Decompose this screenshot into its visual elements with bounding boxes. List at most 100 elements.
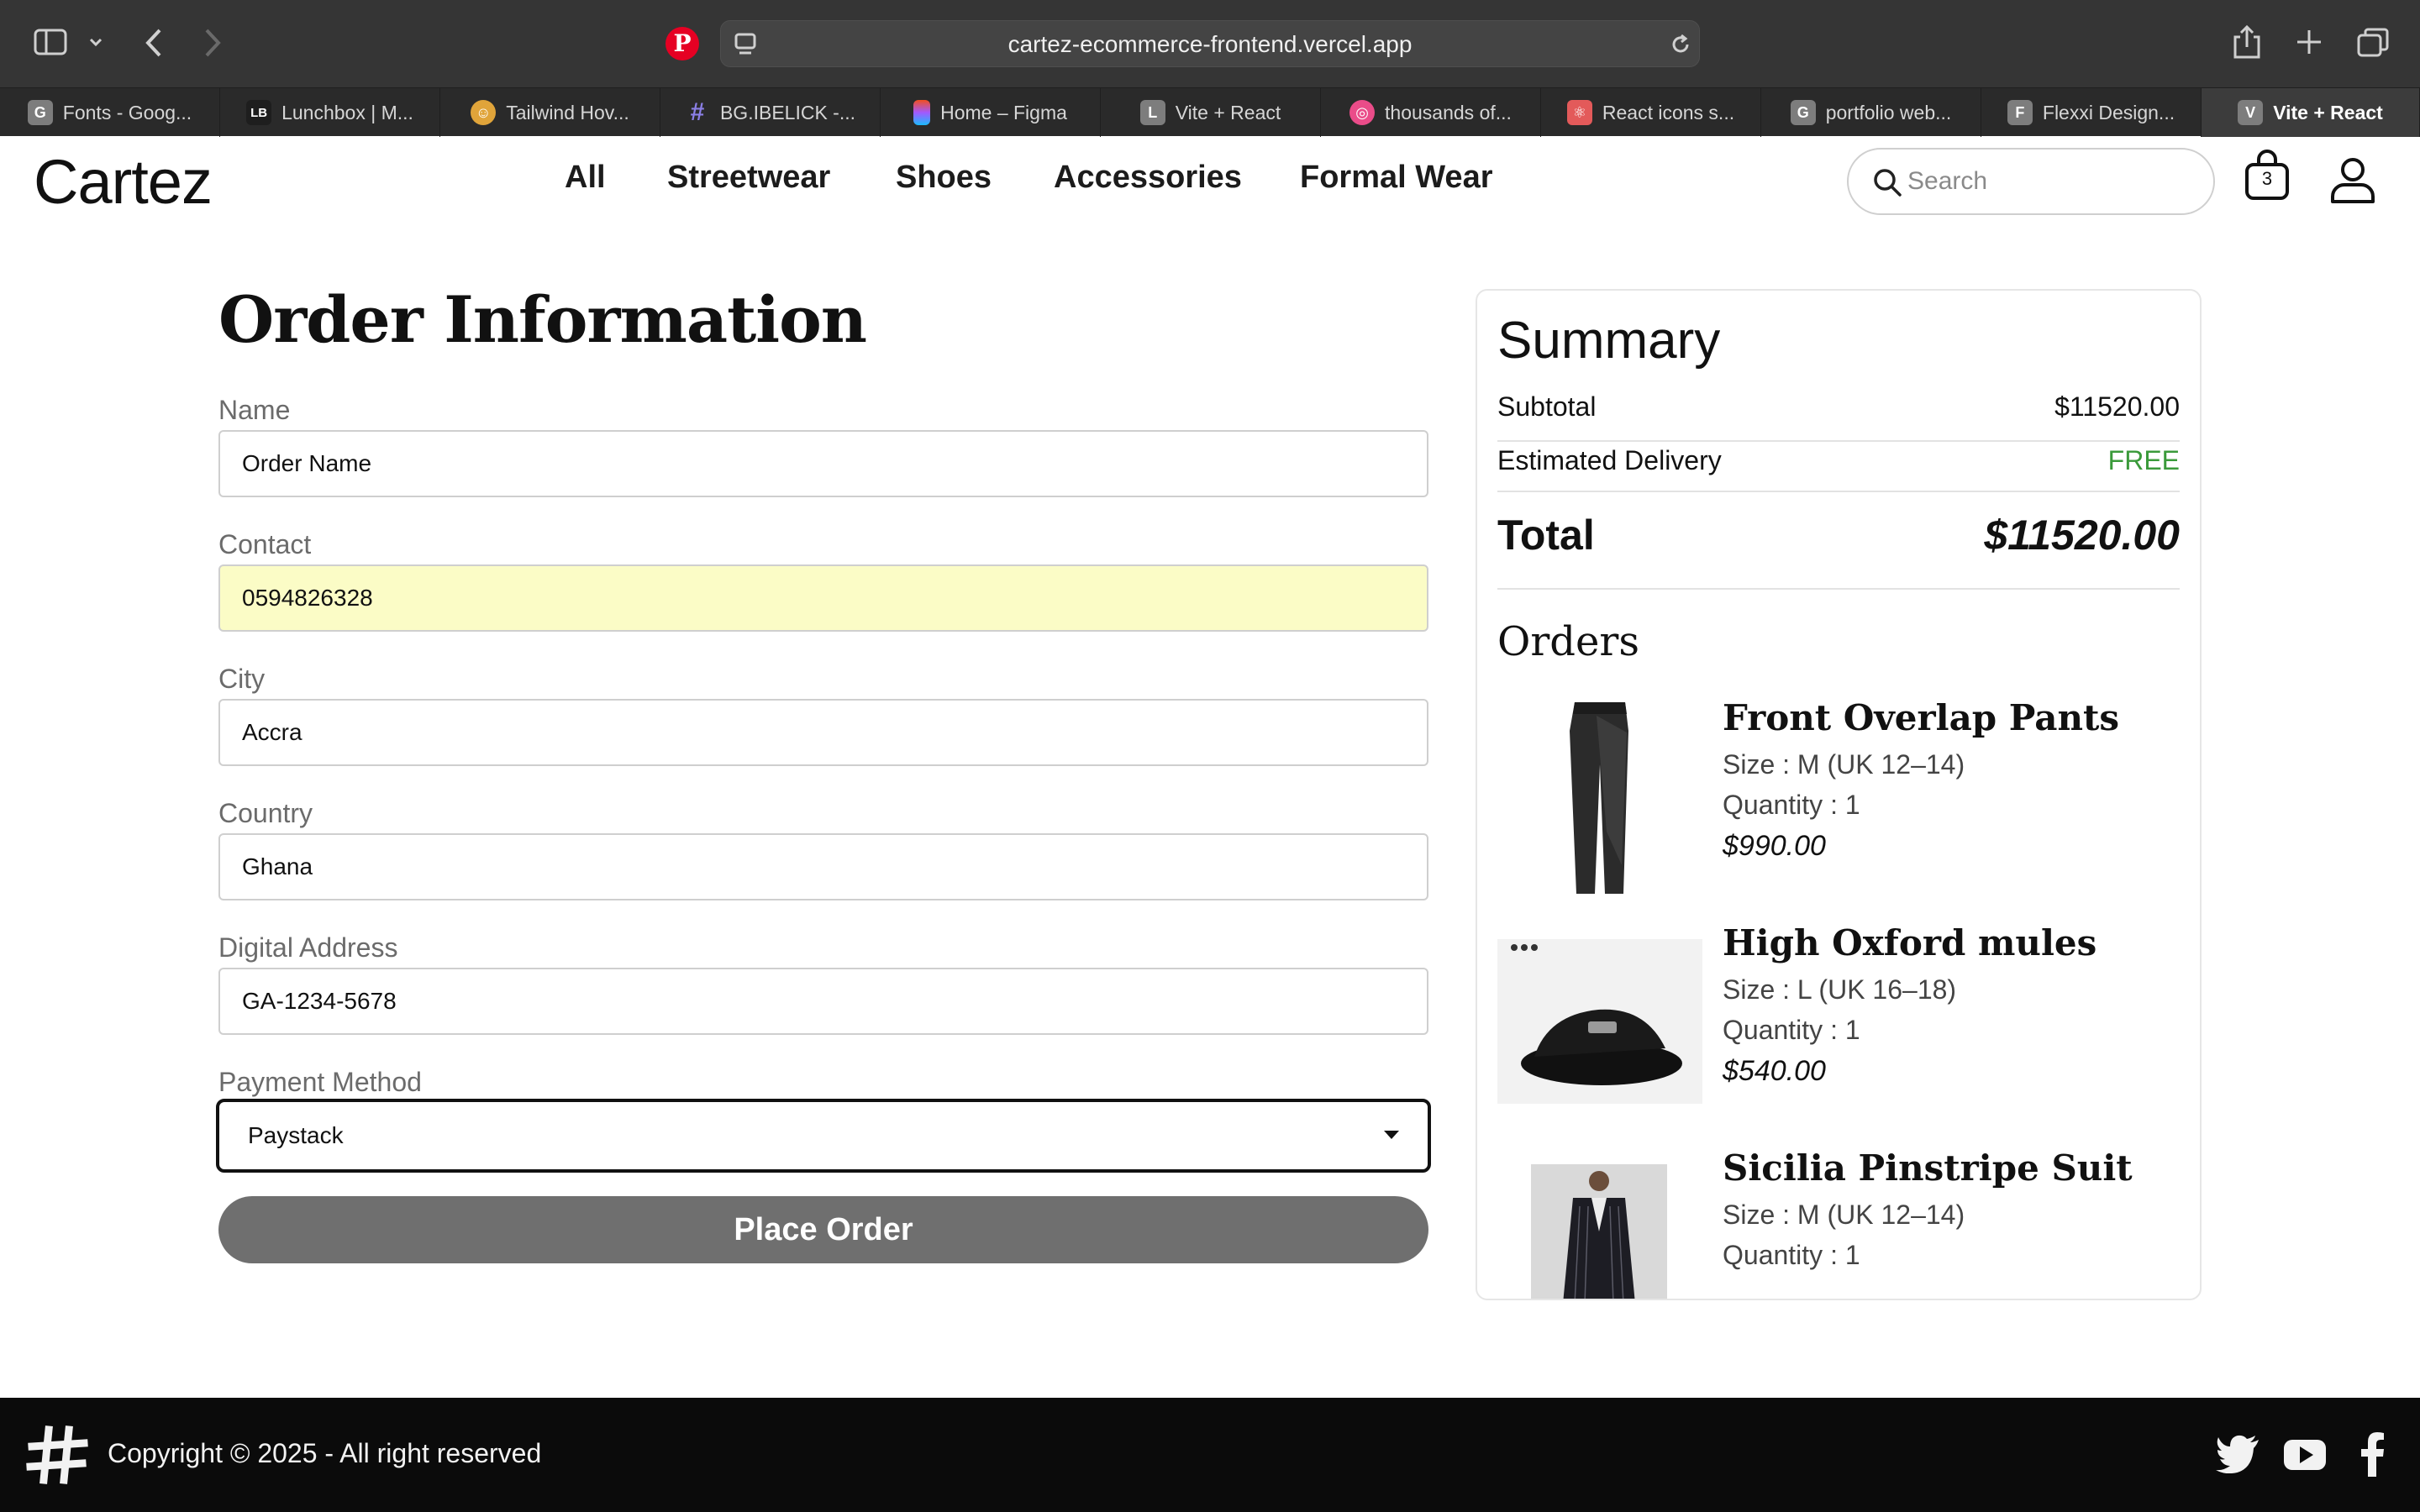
country-label: Country	[218, 798, 313, 828]
tab-vite-react-1[interactable]: L Vite + React	[1101, 88, 1321, 137]
payment-method-value: Paystack	[248, 1122, 344, 1148]
contact-field[interactable]	[218, 564, 1428, 632]
tab-react-icons[interactable]: ⚛ React icons s...	[1541, 88, 1761, 137]
name-label: Name	[218, 395, 291, 425]
divider	[1497, 588, 2180, 590]
site-footer: Copyright © 2025 - All right reserved	[0, 1398, 2420, 1512]
facebook-icon[interactable]	[2360, 1431, 2385, 1481]
address-bar[interactable]: cartez-ecommerce-frontend.vercel.app	[720, 20, 1700, 67]
item-size: Size : M (UK 12–14)	[1723, 749, 1965, 780]
item-quantity: Quantity : 1	[1723, 1015, 1860, 1045]
product-image-suit	[1497, 1147, 1702, 1299]
v-favicon-icon: V	[2238, 100, 2264, 125]
site-logo[interactable]: Cartez	[34, 146, 213, 218]
figma-favicon-icon	[913, 100, 931, 125]
tab-label: Flexxi Design...	[2042, 101, 2175, 123]
tab-figma[interactable]: Home – Figma	[881, 88, 1101, 137]
order-item[interactable]: Front Overlap Pants Size : M (UK 12–14) …	[1497, 697, 2183, 899]
summary-title: Summary	[1497, 312, 1721, 370]
tab-bar: G Fonts - Goog... LB Lunchbox | M... ☺ T…	[0, 87, 2420, 137]
payment-method-label: Payment Method	[218, 1067, 422, 1097]
total-value: $11520.00	[1984, 512, 2180, 559]
place-order-button[interactable]: Place Order	[218, 1196, 1428, 1263]
tab-flexxi[interactable]: F Flexxi Design...	[1981, 88, 2202, 137]
tab-fonts[interactable]: G Fonts - Goog...	[0, 88, 220, 137]
sidebar-toggle-icon[interactable]	[34, 29, 67, 55]
hash-logo-icon	[25, 1423, 89, 1491]
reload-icon[interactable]	[1669, 33, 1692, 56]
tab-lunchbox[interactable]: LB Lunchbox | M...	[220, 88, 440, 137]
item-name: Front Overlap Pants	[1723, 697, 2120, 738]
name-field[interactable]	[218, 430, 1428, 497]
url-text[interactable]: cartez-ecommerce-frontend.vercel.app	[721, 21, 1699, 68]
summary-panel: Summary Subtotal $11520.00 Estimated Del…	[1476, 289, 2202, 1300]
google-favicon-icon: G	[1790, 100, 1816, 125]
forward-icon[interactable]	[202, 27, 224, 59]
page-title: Order Information	[218, 282, 867, 357]
tab-label: React icons s...	[1602, 101, 1735, 123]
f-favicon-icon: F	[2007, 100, 2033, 125]
item-price: $990.00	[1723, 830, 1826, 862]
search-input[interactable]	[1907, 150, 2193, 213]
subtotal-label: Subtotal	[1497, 391, 1597, 422]
city-field[interactable]	[218, 699, 1428, 766]
item-quantity: Quantity : 1	[1723, 790, 1860, 820]
tab-label: portfolio web...	[1825, 101, 1952, 123]
share-icon[interactable]	[2232, 24, 2262, 60]
tab-label: Tailwind Hov...	[506, 101, 629, 123]
nav-accessories[interactable]: Accessories	[1054, 160, 1242, 196]
contact-label: Contact	[218, 529, 312, 559]
tab-label: thousands of...	[1385, 101, 1512, 123]
product-image-mules	[1497, 922, 1702, 1124]
orders-title: Orders	[1497, 618, 1640, 665]
tab-overview-icon[interactable]	[2356, 27, 2390, 59]
item-size: Size : M (UK 12–14)	[1723, 1200, 1965, 1230]
pinterest-icon[interactable]: P	[666, 27, 699, 60]
order-item[interactable]: High Oxford mules Size : L (UK 16–18) Qu…	[1497, 922, 2183, 1124]
product-image-pants	[1497, 697, 1702, 899]
divider	[1497, 440, 2180, 442]
chevron-down-icon[interactable]	[87, 34, 104, 50]
user-icon	[2331, 158, 2375, 203]
item-name: High Oxford mules	[1723, 922, 2097, 963]
tab-portfolio[interactable]: G portfolio web...	[1761, 88, 1981, 137]
emoji-favicon-icon: ☺	[471, 100, 497, 125]
nav-shoes[interactable]: Shoes	[896, 160, 992, 196]
new-tab-icon[interactable]	[2294, 27, 2324, 57]
cart-button[interactable]: 3	[2242, 148, 2292, 207]
nav-all[interactable]: All	[565, 160, 606, 196]
nav-streetwear[interactable]: Streetwear	[667, 160, 830, 196]
item-quantity: Quantity : 1	[1723, 1240, 1860, 1270]
twitter-icon[interactable]	[2215, 1435, 2260, 1478]
item-size: Size : L (UK 16–18)	[1723, 974, 1957, 1005]
dropdown-caret-icon	[1384, 1131, 1399, 1139]
react-favicon-icon: ⚛	[1566, 100, 1592, 125]
divider	[1497, 491, 2180, 492]
tab-label: Home – Figma	[940, 101, 1067, 123]
copyright-text: Copyright © 2025 - All right reserved	[108, 1438, 542, 1468]
country-field[interactable]	[218, 833, 1428, 900]
search-icon	[1872, 167, 1902, 202]
digital-address-label: Digital Address	[218, 932, 398, 963]
tab-label: BG.IBELICK -...	[719, 101, 856, 123]
city-label: City	[218, 664, 266, 694]
lunchbox-favicon-icon: LB	[246, 100, 272, 125]
order-item[interactable]: Sicilia Pinstripe Suit Size : M (UK 12–1…	[1497, 1147, 2183, 1299]
payment-method-select[interactable]: Paystack	[216, 1099, 1431, 1173]
nav-formal-wear[interactable]: Formal Wear	[1300, 160, 1492, 196]
search-box[interactable]	[1847, 148, 2215, 215]
tab-bg-ibelick[interactable]: # BG.IBELICK -...	[660, 88, 881, 137]
tab-dribbble[interactable]: ◎ thousands of...	[1321, 88, 1541, 137]
google-favicon-icon: G	[27, 100, 53, 125]
tab-label: Vite + React	[1175, 101, 1281, 123]
back-icon[interactable]	[143, 27, 165, 59]
youtube-icon[interactable]	[2282, 1435, 2328, 1478]
tab-label: Vite + React	[2273, 101, 2383, 123]
tab-tailwind[interactable]: ☺ Tailwind Hov...	[440, 88, 660, 137]
account-button[interactable]	[2328, 156, 2378, 207]
digital-address-field[interactable]	[218, 968, 1428, 1035]
total-label: Total	[1497, 512, 1595, 559]
tab-label: Fonts - Goog...	[62, 101, 192, 123]
delivery-value: FREE	[2107, 445, 2180, 475]
tab-vite-react-active[interactable]: V Vite + React	[2202, 88, 2420, 137]
